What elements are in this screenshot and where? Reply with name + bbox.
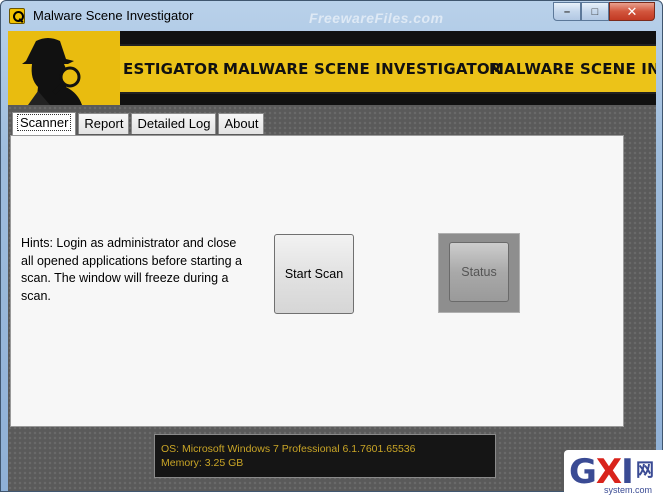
tab-label: Scanner — [16, 114, 72, 131]
banner-text: MALWARE SCENE INV — [489, 60, 656, 78]
logo-letter-g: G — [569, 452, 597, 492]
os-info: OS: Microsoft Windows 7 Professional 6.1… — [161, 443, 416, 455]
maximize-button[interactable]: □ — [581, 2, 609, 21]
site-logo: GXI 网 system.com — [564, 450, 663, 500]
banner-text: MALWARE SCENE INVESTIGATOR — [223, 60, 502, 78]
start-scan-button[interactable]: Start Scan — [274, 234, 354, 314]
watermark-text: FreewareFiles.com — [309, 10, 444, 26]
header-banner: ESTIGATOR MALWARE SCENE INVESTIGATOR MAL… — [8, 31, 656, 105]
detective-logo-icon — [8, 31, 120, 105]
status-button[interactable]: Status — [449, 242, 509, 302]
title-bar[interactable]: Malware Scene Investigator FreewareFiles… — [1, 1, 662, 31]
minimize-button[interactable]: – — [553, 2, 581, 21]
system-info-box: OS: Microsoft Windows 7 Professional 6.1… — [154, 434, 496, 478]
scanner-panel: Hints: Login as administrator and close … — [10, 135, 624, 427]
tab-report[interactable]: Report — [78, 113, 130, 134]
client-area: ESTIGATOR MALWARE SCENE INVESTIGATOR MAL… — [8, 31, 656, 491]
app-window: Malware Scene Investigator FreewareFiles… — [0, 0, 663, 492]
close-button[interactable]: ✕ — [609, 2, 655, 21]
tab-detailed-log[interactable]: Detailed Log — [131, 113, 217, 134]
magnifier-app-icon[interactable] — [9, 8, 25, 24]
tab-scanner[interactable]: Scanner — [12, 112, 77, 135]
site-logo-sub: system.com — [604, 485, 653, 495]
memory-info: Memory: 3.25 GB — [161, 457, 244, 469]
tab-bar: Scanner Report Detailed Log About — [12, 112, 266, 135]
window-title: Malware Scene Investigator — [33, 8, 194, 23]
hints-text: Hints: Login as administrator and close … — [21, 236, 242, 303]
status-frame: Status — [438, 233, 520, 313]
site-logo-cn: 网 — [636, 460, 654, 480]
banner-text: ESTIGATOR — [123, 60, 219, 78]
tab-about[interactable]: About — [218, 113, 265, 134]
banner-strip: ESTIGATOR MALWARE SCENE INVESTIGATOR MAL… — [120, 44, 656, 94]
